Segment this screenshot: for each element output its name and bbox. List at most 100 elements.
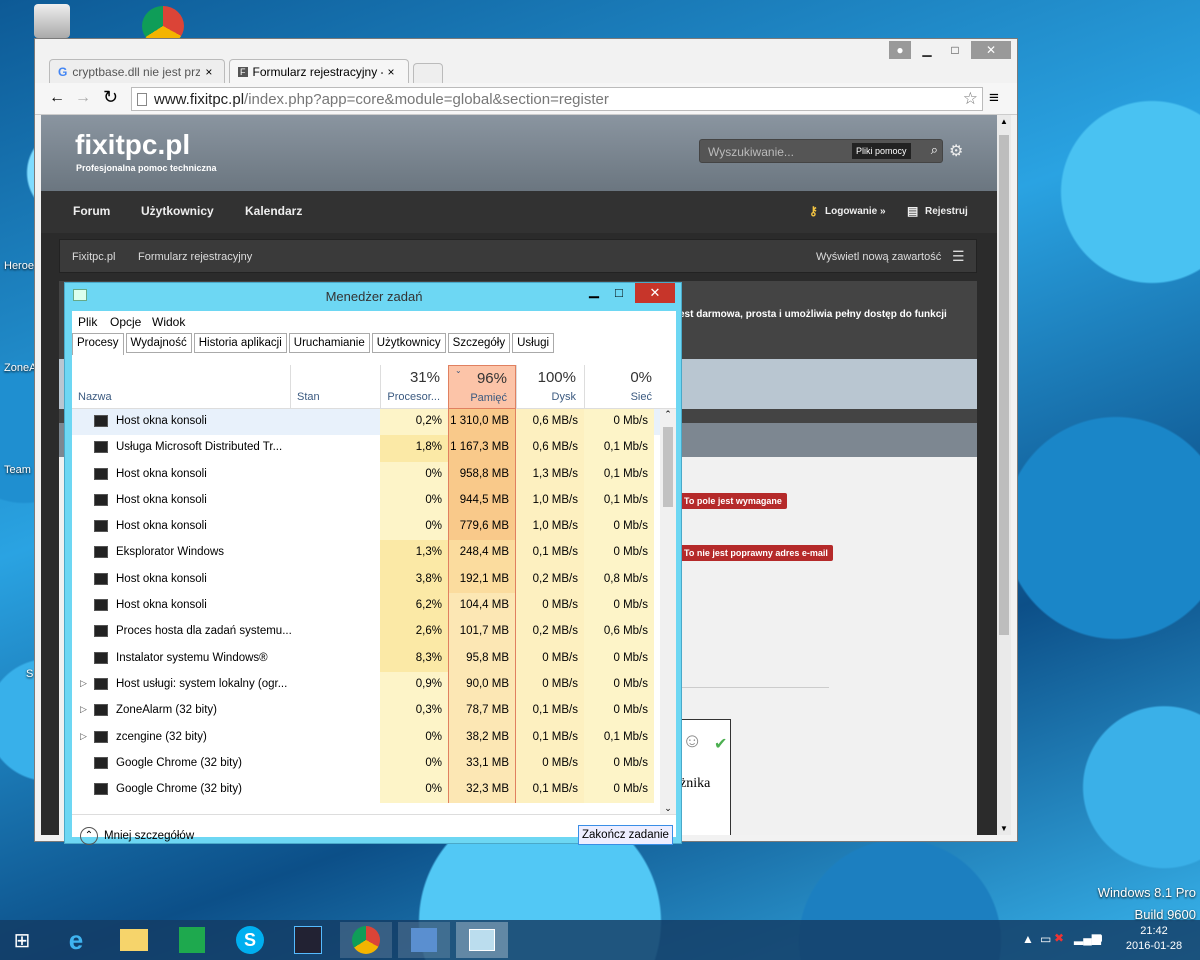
internet-explorer-icon[interactable]: e xyxy=(50,922,102,958)
close-button[interactable]: ✕ xyxy=(971,41,1011,59)
show-hidden-icons[interactable]: ▲ xyxy=(1022,932,1034,946)
table-row[interactable]: ▷ Host usługi: system lokalny (ogr... 0,9%… xyxy=(72,671,660,699)
tab-close-icon[interactable]: × xyxy=(388,65,395,79)
tab-app-history[interactable]: Historia aplikacji xyxy=(193,333,287,353)
tab-users[interactable]: Użytkownicy xyxy=(371,333,446,353)
reload-icon[interactable]: ↻ xyxy=(103,87,118,108)
new-content-link[interactable]: Wyświetl nową zawartość xyxy=(816,251,941,263)
process-cpu: 0% xyxy=(380,461,448,488)
menu-file[interactable]: Plik xyxy=(78,315,97,329)
forward-icon[interactable]: → xyxy=(75,89,91,107)
page-scrollbar[interactable]: ▲ ▼ xyxy=(997,115,1011,835)
console-process-icon xyxy=(94,415,108,427)
table-row[interactable]: Host okna konsoli 0,2% 1 310,0 MB 0,6 MB/s 0… xyxy=(72,409,660,436)
gear-icon[interactable]: ⚙ xyxy=(949,141,963,161)
list-icon[interactable]: ☰ xyxy=(952,248,965,265)
skype-icon[interactable]: S xyxy=(224,922,276,958)
new-tab-button[interactable] xyxy=(413,63,443,83)
column-network[interactable]: 0% Sieć xyxy=(584,365,660,409)
breadcrumb-home[interactable]: Fixitpc.pl xyxy=(72,251,115,263)
tab-cryptbase[interactable]: G cryptbase.dll nie jest przez × xyxy=(49,59,225,83)
table-row[interactable]: Host okna konsoli 6,2% 104,4 MB 0 MB/s 0 Mb/… xyxy=(72,593,660,620)
recycle-bin-icon[interactable] xyxy=(34,4,70,38)
table-row[interactable]: Proces hosta dla zadań systemu... 2,6% 101… xyxy=(72,619,660,646)
task-manager-taskbar-icon[interactable] xyxy=(456,922,508,958)
explorer-process-icon xyxy=(94,546,108,559)
signal-icon[interactable]: ▂▄▆ xyxy=(1074,931,1101,945)
column-disk[interactable]: 100% Dysk xyxy=(516,365,584,409)
tm-close-button[interactable]: ✕ xyxy=(635,283,675,303)
tm-minimize-button[interactable]: ▁ xyxy=(589,283,599,299)
tab-register[interactable]: F Formularz rejestracyjny - F × xyxy=(229,59,409,83)
table-row[interactable]: ▷ zcengine (32 bity) 0% 38,2 MB 0,1 MB/s 0,1 … xyxy=(72,724,660,751)
tab-details[interactable]: Szczegóły xyxy=(447,333,511,353)
table-row[interactable]: Google Chrome (32 bity) 0% 32,3 MB 0,1 MB/s… xyxy=(72,777,660,804)
maximize-button[interactable]: □ xyxy=(943,41,967,59)
nav-forum[interactable]: Forum xyxy=(73,204,110,218)
chrome-taskbar-icon[interactable] xyxy=(340,922,392,958)
less-details-link[interactable]: Mniej szczegółów xyxy=(104,830,194,842)
tab-services[interactable]: Usługi xyxy=(512,333,555,353)
list-scroll-up-arrow[interactable]: ⌃ xyxy=(660,409,676,420)
table-row[interactable]: Google Chrome (32 bity) 0% 33,1 MB 0 MB/s 0 … xyxy=(72,750,660,778)
scroll-thumb[interactable] xyxy=(999,135,1009,635)
table-row[interactable]: Host okna konsoli 0% 944,5 MB 1,0 MB/s 0,1 M… xyxy=(72,487,660,515)
register-link[interactable]: Rejestruj xyxy=(925,206,968,217)
volume-icon[interactable]: 🔈︎ xyxy=(1098,930,1106,946)
network-app-icon[interactable] xyxy=(398,922,450,958)
back-icon[interactable]: ← xyxy=(49,89,65,107)
tab-performance[interactable]: Wydajność xyxy=(125,333,192,353)
end-task-button[interactable]: Zakończ zadanie xyxy=(578,825,673,845)
expand-chevron-icon[interactable]: ▷ xyxy=(80,731,87,742)
table-row[interactable]: Host okna konsoli 0% 779,6 MB 1,0 MB/s 0 Mb/… xyxy=(72,514,660,541)
nav-users[interactable]: Użytkownicy xyxy=(141,204,214,218)
process-cpu: 0,9% xyxy=(380,671,448,699)
table-row[interactable]: Host okna konsoli 3,8% 192,1 MB 0,2 MB/s 0,8… xyxy=(72,566,660,594)
tm-maximize-button[interactable]: □ xyxy=(615,285,623,300)
tab-startup[interactable]: Uruchamianie xyxy=(288,333,370,353)
list-scroll-thumb[interactable] xyxy=(663,427,673,507)
process-memory: 38,2 MB xyxy=(448,724,516,751)
scroll-up-arrow[interactable]: ▲ xyxy=(997,115,1011,126)
url-field[interactable]: www.fixitpc.pl/index.php?app=core&module… xyxy=(131,87,983,111)
chevron-up-icon[interactable]: ⌃ xyxy=(80,827,98,845)
menu-options[interactable]: Opcje xyxy=(110,315,141,329)
expand-chevron-icon[interactable]: ▷ xyxy=(80,678,87,689)
chrome-menu-icon[interactable]: ≡ xyxy=(989,88,999,108)
expand-chevron-icon[interactable]: ▷ xyxy=(80,704,87,715)
scroll-down-arrow[interactable]: ▼ xyxy=(997,824,1011,833)
captcha-box[interactable]: ☺ ✔ żnika xyxy=(679,719,731,835)
minimize-button[interactable]: ▁ xyxy=(915,41,939,59)
column-name[interactable]: Nazwa xyxy=(78,391,112,403)
process-cpu: 0% xyxy=(380,724,448,751)
table-row[interactable]: ▷ ZoneAlarm (32 bity) 0,3% 78,7 MB 0,1 MB/s 0… xyxy=(72,698,660,725)
store-icon[interactable] xyxy=(166,922,218,958)
no-internet-icon[interactable]: ✖ xyxy=(1054,931,1064,945)
table-row[interactable]: Host okna konsoli 0% 958,8 MB 1,3 MB/s 0,1 M… xyxy=(72,461,660,488)
table-row[interactable]: Usługa Microsoft Distributed Tr... 1,8% 1 … xyxy=(72,435,660,462)
nav-calendar[interactable]: Kalendarz xyxy=(245,204,302,218)
bookmark-star-icon[interactable]: ☆ xyxy=(963,89,978,109)
column-memory[interactable]: ⌄ 96% Pamięć xyxy=(448,365,516,409)
clock[interactable]: 21:42 2016-01-28 xyxy=(1124,924,1184,954)
search-input[interactable]: Wyszukiwanie... xyxy=(708,145,794,159)
table-row[interactable]: Eksplorator Windows 1,3% 248,4 MB 0,1 MB/s 0… xyxy=(72,540,660,567)
table-row[interactable]: Instalator systemu Windows® 8,3% 95,8 MB 0 … xyxy=(72,645,660,672)
action-center-icon[interactable]: ▭ xyxy=(1040,932,1051,946)
visual-studio-icon[interactable] xyxy=(282,922,334,958)
column-status[interactable]: Stan xyxy=(290,365,380,409)
column-cpu[interactable]: 31% Procesor... xyxy=(380,365,448,409)
user-icon[interactable]: ● xyxy=(889,41,911,59)
menu-view[interactable]: Widok xyxy=(152,315,185,329)
site-logo[interactable]: fixitpc.pl xyxy=(75,129,190,161)
file-explorer-icon[interactable] xyxy=(108,922,160,958)
login-link[interactable]: Logowanie » xyxy=(825,206,886,217)
tab-close-icon[interactable]: × xyxy=(205,65,212,79)
search-scope-button[interactable]: Pliki pomocy xyxy=(852,143,911,159)
process-list-scrollbar[interactable]: ⌃ ⌄ xyxy=(660,409,676,814)
list-scroll-down-arrow[interactable]: ⌄ xyxy=(660,803,676,814)
task-manager-content: Plik Opcje Widok Procesy Wydajność Histo… xyxy=(72,311,676,845)
search-icon[interactable]: ⌕ xyxy=(931,142,938,158)
start-button[interactable]: ⊞ xyxy=(0,922,44,958)
tab-processes[interactable]: Procesy xyxy=(72,333,124,355)
